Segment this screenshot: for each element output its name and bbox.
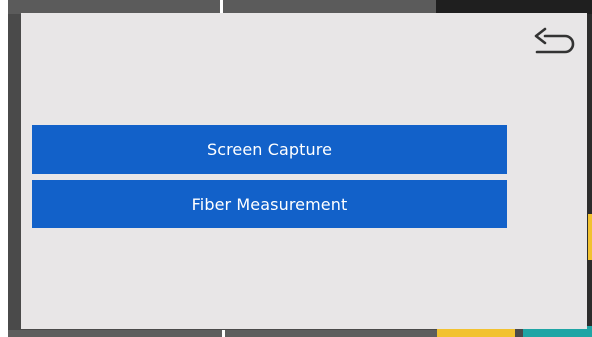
background-status-bar-middle xyxy=(222,0,436,14)
back-button[interactable] xyxy=(531,27,577,61)
menu-dialog: Screen Capture Fiber Measurement xyxy=(21,13,587,329)
background-bottom-tab xyxy=(225,330,437,337)
return-arrow-icon xyxy=(534,27,575,54)
background-right-edge-accent xyxy=(588,214,592,260)
screen-capture-button[interactable]: Screen Capture xyxy=(32,125,507,174)
fiber-measurement-button[interactable]: Fiber Measurement xyxy=(32,180,507,228)
background-status-bar-right xyxy=(436,0,592,14)
background-divider xyxy=(220,0,223,14)
fiber-measurement-label: Fiber Measurement xyxy=(191,194,348,214)
screen-capture-label: Screen Capture xyxy=(206,140,333,159)
background-status-bar-left xyxy=(8,0,220,14)
background-bottom-tab xyxy=(8,330,222,337)
